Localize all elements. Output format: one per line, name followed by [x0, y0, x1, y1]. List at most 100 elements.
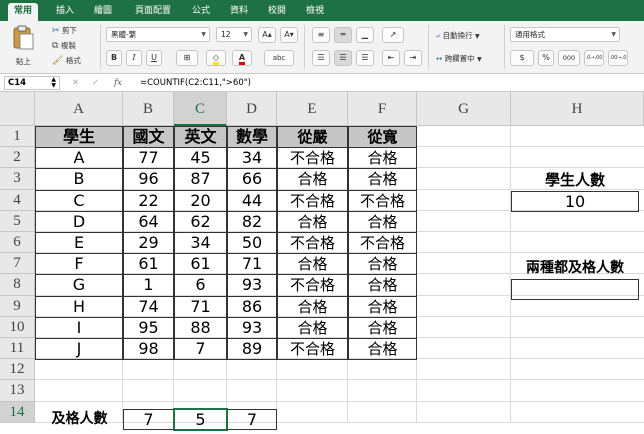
decrease-decimal-button[interactable]: .00→.0 [608, 50, 628, 66]
row-header-10[interactable]: 10 [0, 316, 35, 338]
table-header-cell[interactable]: 學生 [35, 126, 123, 149]
table-cell[interactable]: D [35, 210, 123, 233]
row-header-13[interactable]: 13 [0, 380, 35, 402]
table-cell[interactable]: 71 [174, 295, 227, 318]
align-top-button[interactable]: ≡ [312, 27, 330, 43]
table-header-cell[interactable]: 國文 [123, 126, 174, 149]
table-cell[interactable]: E [35, 232, 123, 255]
table-cell[interactable]: 合格 [277, 316, 348, 339]
table-cell[interactable]: 20 [174, 189, 227, 212]
table-cell[interactable]: 不合格 [348, 189, 417, 212]
column-header-b[interactable]: B [123, 92, 174, 126]
table-header-cell[interactable]: 從嚴 [277, 126, 348, 149]
italic-button[interactable]: I [126, 50, 142, 66]
table-cell[interactable]: 不合格 [277, 274, 348, 297]
merge-center-button[interactable]: ↔ 跨欄置中 ▼ [436, 54, 482, 65]
table-cell[interactable]: 88 [174, 316, 227, 339]
align-right-button[interactable]: ☰ [356, 50, 374, 66]
table-cell[interactable]: 45 [174, 147, 227, 170]
table-cell[interactable]: 合格 [348, 295, 417, 318]
table-cell[interactable]: 77 [123, 147, 174, 170]
table-cell[interactable]: 合格 [348, 147, 417, 170]
table-cell[interactable]: 95 [123, 316, 174, 339]
table-cell[interactable]: 62 [174, 210, 227, 233]
row-header-7[interactable]: 7 [0, 253, 35, 275]
table-cell[interactable]: 合格 [277, 253, 348, 276]
font-size-select[interactable]: 12 ▼ [216, 27, 252, 42]
worksheet-grid[interactable]: ABCDEFGH 1 2 3 4 5 6 7 8 9 10 11 12 13 14 學生 國文 英文 數學 從嚴從… [0, 92, 644, 434]
table-cell[interactable]: 86 [227, 295, 277, 318]
percent-button[interactable]: % [538, 50, 554, 66]
underline-button[interactable]: U [146, 50, 162, 66]
font-color-button[interactable]: A [232, 50, 252, 66]
table-cell[interactable]: 合格 [348, 210, 417, 233]
summary-english-value[interactable]: 5 [174, 409, 227, 430]
tab-data[interactable]: 資料 [224, 3, 254, 21]
name-box[interactable]: C14 ▲ ▼ [4, 76, 60, 90]
table-cell[interactable]: 50 [227, 232, 277, 255]
table-cell[interactable]: 合格 [348, 168, 417, 191]
summary-label[interactable]: 及格人數 [36, 409, 123, 430]
table-cell[interactable]: 93 [227, 274, 277, 297]
align-bottom-button[interactable]: ▁ [356, 27, 374, 43]
formula-input[interactable]: =COUNTIF(C2:C11,">60") [140, 76, 640, 90]
table-cell[interactable]: 34 [227, 147, 277, 170]
font-name-select[interactable]: 黑體-繁 ▼ [106, 27, 210, 42]
table-cell[interactable]: 不合格 [348, 232, 417, 255]
table-cell[interactable]: 64 [123, 210, 174, 233]
student-count-value[interactable]: 10 [511, 191, 639, 212]
row-header-2[interactable]: 2 [0, 147, 35, 169]
borders-button[interactable]: ⊞ [176, 50, 198, 66]
table-cell[interactable]: 44 [227, 189, 277, 212]
shrink-font-button[interactable]: A▾ [280, 27, 298, 43]
table-cell[interactable]: 22 [123, 189, 174, 212]
cancel-icon[interactable]: ✕ [72, 76, 79, 90]
tab-insert[interactable]: 插入 [50, 3, 80, 21]
both-pass-label[interactable]: 兩種都及格人數 [511, 258, 639, 279]
table-cell[interactable]: 1 [123, 274, 174, 297]
cut-button[interactable]: ✂ 剪下 [52, 26, 77, 36]
table-cell[interactable]: 6 [174, 274, 227, 297]
comma-button[interactable]: 000 [558, 50, 580, 66]
row-header-4[interactable]: 4 [0, 189, 35, 211]
row-header-14[interactable]: 14 [0, 401, 35, 423]
table-cell[interactable]: 29 [123, 232, 174, 255]
table-header-cell[interactable]: 從寬 [348, 126, 417, 149]
table-header-cell[interactable]: 英文 [174, 126, 227, 149]
table-cell[interactable]: 合格 [348, 338, 417, 361]
tab-formulas[interactable]: 公式 [186, 3, 216, 21]
table-cell[interactable]: F [35, 253, 123, 276]
tab-view[interactable]: 檢視 [300, 3, 330, 21]
student-count-label[interactable]: 學生人數 [511, 170, 639, 191]
table-cell[interactable]: 96 [123, 168, 174, 191]
table-cell[interactable]: 61 [123, 253, 174, 276]
table-cell[interactable]: J [35, 338, 123, 361]
paste-button[interactable]: 貼上 [6, 25, 40, 69]
tab-home[interactable]: 常用 [8, 3, 38, 21]
column-header-d[interactable]: D [227, 92, 277, 126]
table-cell[interactable]: 不合格 [277, 338, 348, 361]
row-header-3[interactable]: 3 [0, 168, 35, 190]
tab-draw[interactable]: 繪圖 [88, 3, 118, 21]
row-header-11[interactable]: 11 [0, 338, 35, 360]
currency-button[interactable]: $ [510, 50, 534, 66]
column-header-a[interactable]: A [35, 92, 123, 126]
tab-page-layout[interactable]: 頁面配置 [128, 3, 178, 21]
table-cell[interactable]: 合格 [348, 316, 417, 339]
row-header-8[interactable]: 8 [0, 274, 35, 296]
table-cell[interactable]: 74 [123, 295, 174, 318]
table-cell[interactable]: 不合格 [277, 147, 348, 170]
table-cell[interactable]: 98 [123, 338, 174, 361]
column-header-g[interactable]: G [417, 92, 511, 126]
table-cell[interactable]: 不合格 [277, 232, 348, 255]
fill-color-button[interactable]: ◇ [206, 50, 226, 66]
increase-indent-button[interactable]: ⇥ [404, 50, 422, 66]
summary-chinese-value[interactable]: 7 [123, 409, 174, 430]
row-header-12[interactable]: 12 [0, 359, 35, 381]
bold-button[interactable]: B [106, 50, 122, 66]
table-cell[interactable]: 不合格 [277, 189, 348, 212]
decrease-indent-button[interactable]: ⇤ [382, 50, 400, 66]
tab-review[interactable]: 校閱 [262, 3, 292, 21]
increase-decimal-button[interactable]: .0→.00 [584, 50, 604, 66]
select-all-corner[interactable] [0, 92, 35, 126]
